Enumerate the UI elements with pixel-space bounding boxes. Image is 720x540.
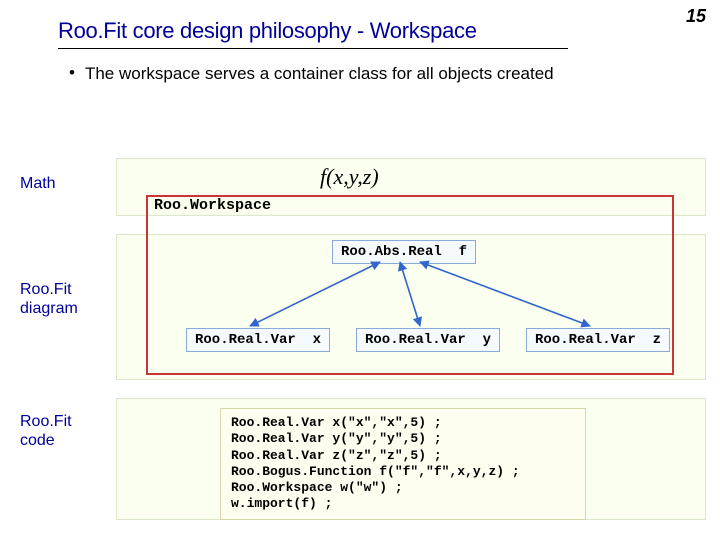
- label-diagram: Roo.Fit diagram: [20, 280, 78, 318]
- node-x: Roo.Real.Var x: [186, 328, 330, 352]
- code-line: Roo.Workspace w("w") ;: [231, 480, 575, 496]
- page-number: 15: [686, 6, 706, 27]
- code-line: Roo.Real.Var y("y","y",5) ;: [231, 431, 575, 447]
- node-z: Roo.Real.Var z: [526, 328, 670, 352]
- node-f: Roo.Abs.Real f: [332, 240, 476, 264]
- bullet-text: The workspace serves a container class f…: [85, 63, 554, 84]
- bullet-item: • The workspace serves a container class…: [0, 49, 720, 94]
- code-block: Roo.Real.Var x("x","x",5) ; Roo.Real.Var…: [220, 408, 586, 520]
- math-formula: f(x,y,z): [320, 164, 379, 190]
- node-y: Roo.Real.Var y: [356, 328, 500, 352]
- code-line: Roo.Real.Var x("x","x",5) ;: [231, 415, 575, 431]
- code-line: Roo.Bogus.Function f("f","f",x,y,z) ;: [231, 464, 575, 480]
- page-title: Roo.Fit core design philosophy - Workspa…: [0, 0, 720, 48]
- label-math: Math: [20, 174, 56, 193]
- code-line: Roo.Real.Var z("z","z",5) ;: [231, 448, 575, 464]
- label-code: Roo.Fit code: [20, 412, 72, 450]
- bullet-dot-icon: •: [55, 63, 75, 83]
- workspace-title: Roo.Workspace: [154, 197, 271, 214]
- code-line: w.import(f) ;: [231, 496, 575, 512]
